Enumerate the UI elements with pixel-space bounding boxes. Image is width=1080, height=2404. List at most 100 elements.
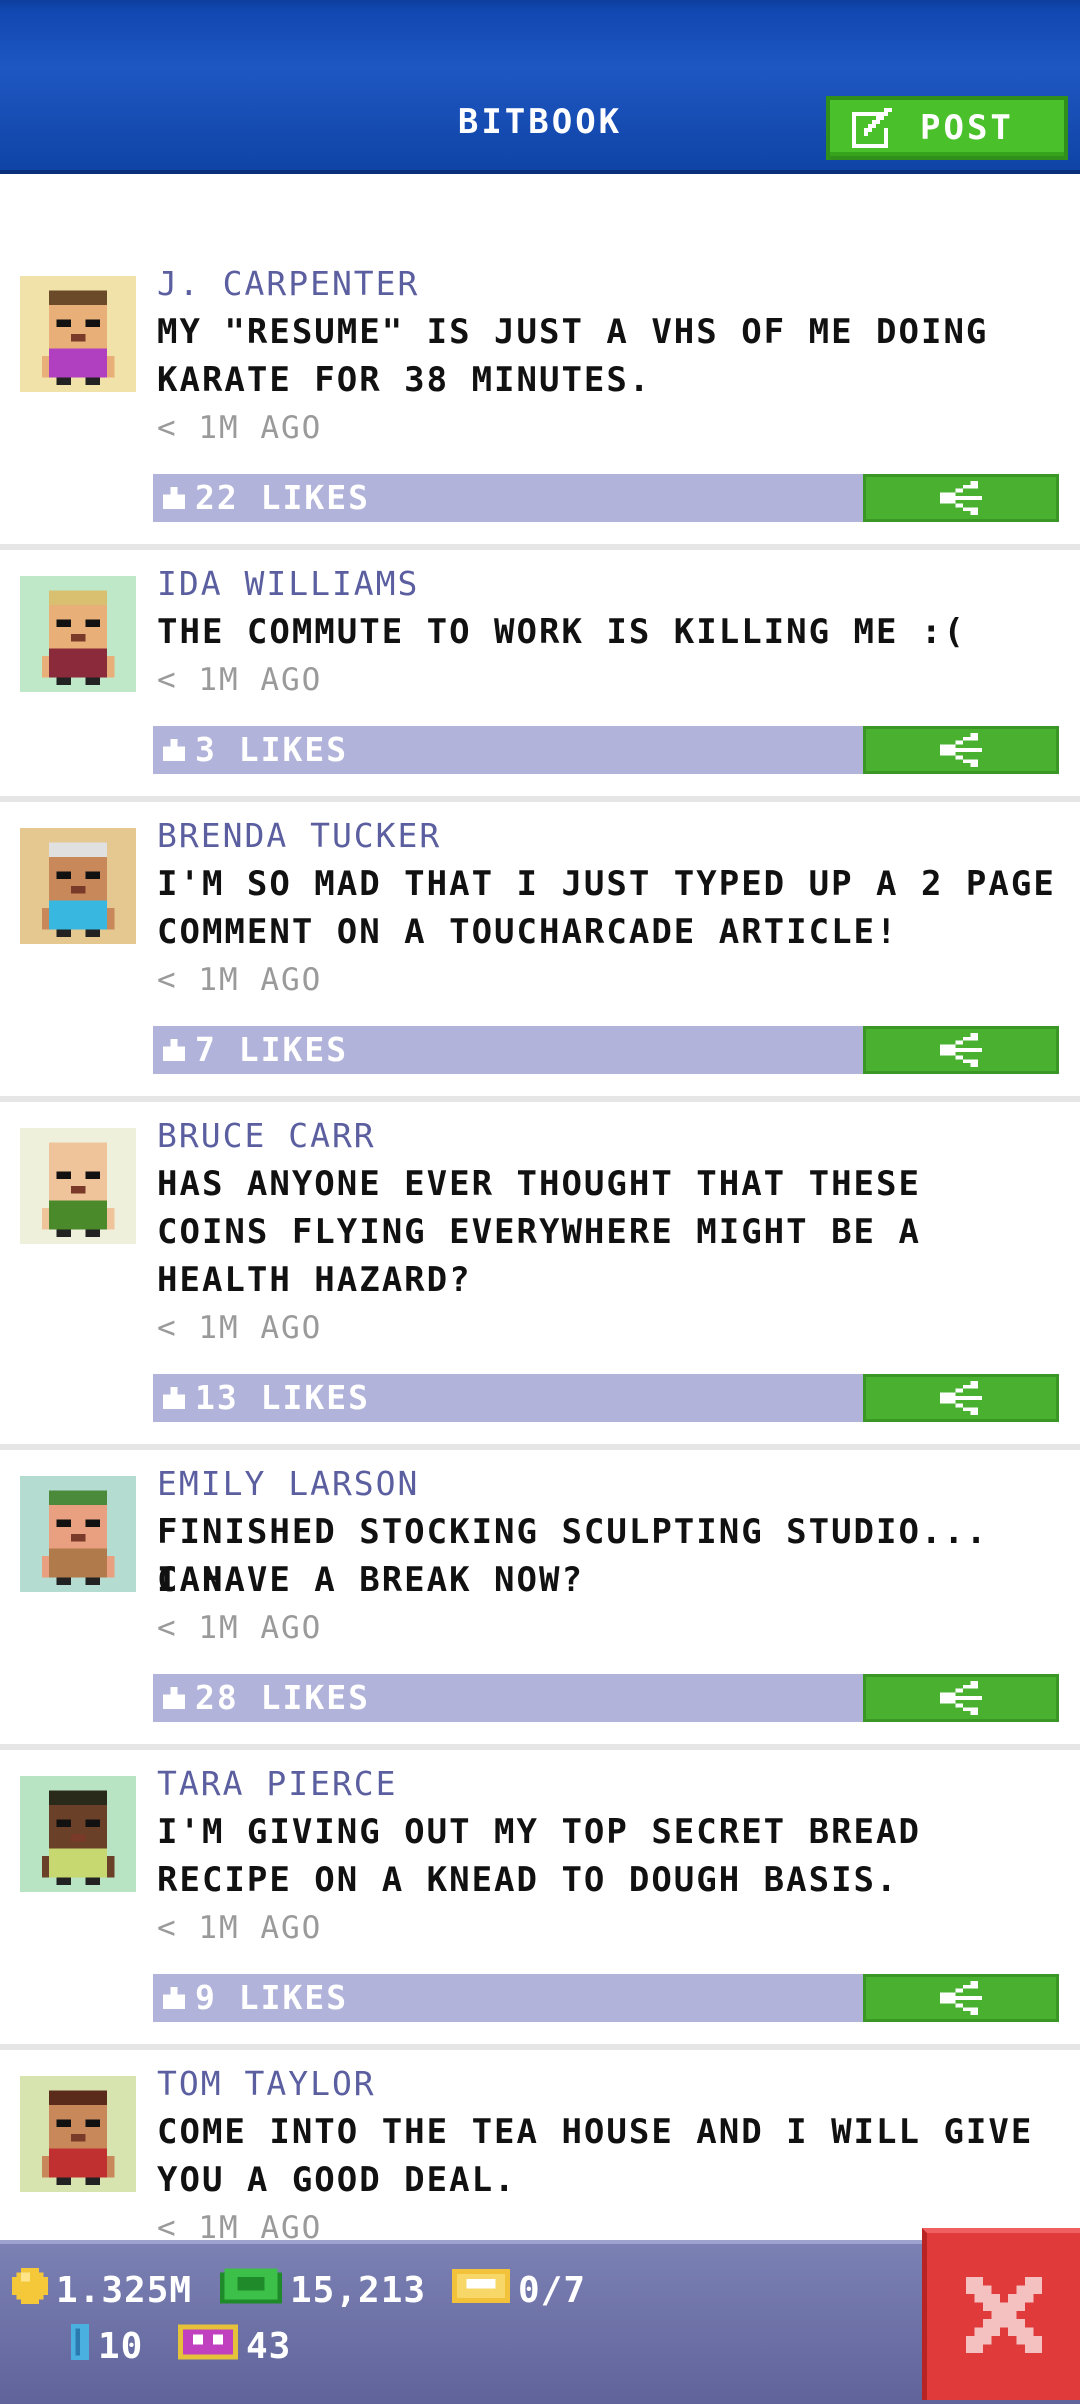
- likes-bar[interactable]: 28 LIKES: [153, 1674, 863, 1722]
- post-timestamp: < 1M AGO: [157, 1904, 322, 1952]
- likes-count: 3 LIKES: [195, 730, 349, 769]
- vip-value: 43: [246, 2326, 292, 2367]
- vip-icon: [178, 2324, 238, 2369]
- bux-stat: 15,213: [220, 2268, 426, 2313]
- thumbs-up-icon: [163, 1387, 185, 1409]
- post-timestamp: < 1M AGO: [157, 2204, 322, 2240]
- share-icon: [940, 1033, 982, 1067]
- post-text-line: HEALTH HAZARD?: [157, 1260, 472, 1300]
- post-text-line: YOU A GOOD DEAL.: [157, 2160, 517, 2200]
- post-timestamp: < 1M AGO: [157, 1604, 322, 1652]
- post-timestamp: < 1M AGO: [157, 656, 322, 704]
- post-author: TARA PIERCE: [157, 1764, 398, 1803]
- post-time: 1M AGO: [198, 410, 323, 446]
- share-button[interactable]: [863, 474, 1059, 522]
- post-time: 1M AGO: [198, 1610, 323, 1646]
- post-author: TOM TAYLOR: [157, 2064, 376, 2103]
- edit-icon: [852, 108, 892, 148]
- post-author: BRUCE CARR: [157, 1116, 376, 1155]
- post-timestamp: < 1M AGO: [157, 956, 322, 1004]
- post-timestamp: < 1M AGO: [157, 404, 322, 452]
- share-icon: [940, 1381, 982, 1415]
- avatar[interactable]: [20, 828, 136, 944]
- avatar[interactable]: [20, 576, 136, 692]
- feed-post: J. CARPENTER MY "RESUME" IS JUST A VHS OF…: [0, 260, 1080, 550]
- share-button[interactable]: [863, 1374, 1059, 1422]
- post-time: 1M AGO: [198, 962, 323, 998]
- coins-stat: 1.325M: [12, 2268, 192, 2313]
- avatar[interactable]: [20, 1128, 136, 1244]
- post-text-line: MY "RESUME" IS JUST A VHS OF ME DOING: [157, 312, 989, 352]
- chevron-left-icon: <: [157, 410, 199, 446]
- post-text-line: THE COMMUTE TO WORK IS KILLING ME :(: [157, 612, 966, 652]
- floors-stat: 10: [70, 2324, 143, 2369]
- post-time: 1M AGO: [198, 662, 323, 698]
- feed-post: TARA PIERCE I'M GIVING OUT MY TOP SECRET …: [0, 1760, 1080, 2050]
- post-text-line: I'M SO MAD THAT I JUST TYPED UP A 2 PAGE: [157, 864, 1056, 904]
- bux-icon: [220, 2268, 282, 2313]
- feed-list[interactable]: J. CARPENTER MY "RESUME" IS JUST A VHS OF…: [0, 170, 1080, 2240]
- close-button[interactable]: [922, 2228, 1080, 2400]
- floors-value: 10: [98, 2326, 144, 2367]
- likes-count: 7 LIKES: [195, 1030, 349, 1069]
- feed-post: IDA WILLIAMS THE COMMUTE TO WORK IS KILLI…: [0, 560, 1080, 802]
- chevron-left-icon: <: [157, 962, 199, 998]
- post-author: EMILY LARSON: [157, 1464, 420, 1503]
- thumbs-up-icon: [163, 1987, 185, 2009]
- post-text-line: COMMENT ON A TOUCHARCADE ARTICLE!: [157, 912, 899, 952]
- feed-post: EMILY LARSON FINISHED STOCKING SCULPTING …: [0, 1460, 1080, 1750]
- floor-icon: [70, 2324, 90, 2369]
- chevron-left-icon: <: [157, 1910, 199, 1946]
- likes-bar[interactable]: 22 LIKES: [153, 474, 863, 522]
- likes-bar[interactable]: 13 LIKES: [153, 1374, 863, 1422]
- share-button[interactable]: [863, 1974, 1059, 2022]
- likes-count: 13 LIKES: [195, 1378, 370, 1417]
- post-button-label: POST: [920, 108, 1014, 148]
- share-icon: [940, 1981, 982, 2015]
- likes-count: 9 LIKES: [195, 1978, 349, 2017]
- post-time: 1M AGO: [198, 1310, 323, 1346]
- chevron-left-icon: <: [157, 662, 199, 698]
- share-button[interactable]: [863, 726, 1059, 774]
- ticket-icon: [452, 2268, 510, 2313]
- post-time: 1M AGO: [198, 1910, 323, 1946]
- post-text-line: HAS ANYONE EVER THOUGHT THAT THESE: [157, 1164, 921, 1204]
- avatar[interactable]: [20, 2076, 136, 2192]
- post-text-line: COME INTO THE TEA HOUSE AND I WILL GIVE: [157, 2112, 1034, 2152]
- post-time: 1M AGO: [198, 2210, 323, 2240]
- post-text-line: I HAVE A BREAK NOW?: [157, 1560, 584, 1600]
- likes-count: 28 LIKES: [195, 1678, 370, 1717]
- likes-bar[interactable]: 3 LIKES: [153, 726, 863, 774]
- tickets-stat: 0/7: [452, 2268, 586, 2313]
- coin-icon: [12, 2268, 48, 2313]
- likes-bar[interactable]: 9 LIKES: [153, 1974, 863, 2022]
- post-text-line: RECIPE ON A KNEAD TO DOUGH BASIS.: [157, 1860, 899, 1900]
- avatar[interactable]: [20, 1476, 136, 1592]
- post-button[interactable]: POST: [826, 96, 1068, 160]
- close-icon: [965, 2276, 1042, 2357]
- chevron-left-icon: <: [157, 2210, 199, 2240]
- post-author: IDA WILLIAMS: [157, 564, 420, 603]
- post-author: BRENDA TUCKER: [157, 816, 442, 855]
- post-text-line: KARATE FOR 38 MINUTES.: [157, 360, 652, 400]
- thumbs-up-icon: [163, 1687, 185, 1709]
- share-icon: [940, 1681, 982, 1715]
- feed-post: BRENDA TUCKER I'M SO MAD THAT I JUST TYPE…: [0, 812, 1080, 1102]
- vip-stat: 43: [178, 2324, 291, 2369]
- avatar[interactable]: [20, 1776, 136, 1892]
- post-text-line: I'M GIVING OUT MY TOP SECRET BREAD: [157, 1812, 921, 1852]
- share-icon: [940, 481, 982, 515]
- coins-value: 1.325M: [56, 2270, 193, 2311]
- chevron-left-icon: <: [157, 1610, 199, 1646]
- bottom-status-bar: 1.325M 15,213 0/7 10 43: [0, 2240, 1080, 2404]
- share-button[interactable]: [863, 1674, 1059, 1722]
- app-header: BITBOOK POST: [0, 0, 1080, 174]
- tickets-value: 0/7: [518, 2270, 587, 2311]
- thumbs-up-icon: [163, 739, 185, 761]
- avatar[interactable]: [20, 276, 136, 392]
- likes-bar[interactable]: 7 LIKES: [153, 1026, 863, 1074]
- chevron-left-icon: <: [157, 1310, 199, 1346]
- thumbs-up-icon: [163, 1039, 185, 1061]
- share-button[interactable]: [863, 1026, 1059, 1074]
- post-author: J. CARPENTER: [157, 264, 420, 303]
